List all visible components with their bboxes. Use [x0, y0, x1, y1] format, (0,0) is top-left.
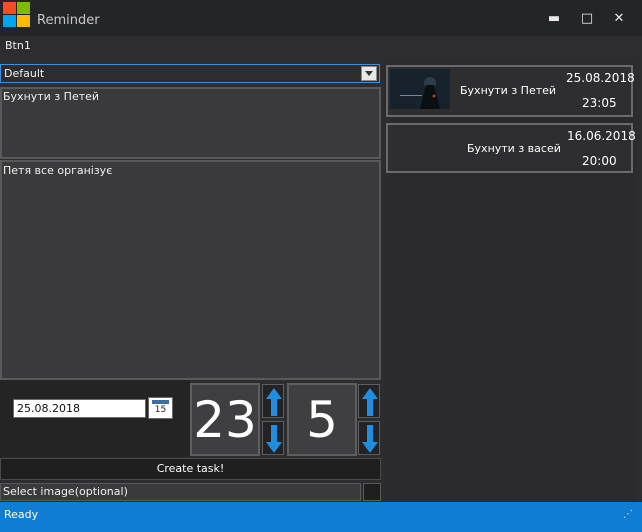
window-title: Reminder [37, 13, 100, 28]
task-time: 20:00 [582, 154, 617, 168]
hours-down-button[interactable] [262, 421, 284, 455]
chevron-down-icon[interactable] [361, 66, 377, 81]
create-task-button[interactable]: Create task! [0, 458, 381, 480]
date-input[interactable]: 25.08.2018 [13, 399, 146, 418]
task-thumbnail [390, 69, 450, 109]
calendar-icon[interactable]: 15 [148, 397, 173, 419]
task-title: Бухнути з Петей [460, 84, 557, 97]
calendar-day-number: 15 [154, 405, 167, 415]
task-date: 25.08.2018 [566, 71, 635, 85]
app-window: Reminder ▬ □ ✕ Btn1 Default Бухнути з Пе… [0, 0, 642, 532]
app-icon [0, 0, 30, 30]
close-button[interactable]: ✕ [607, 9, 631, 29]
arrow-up-icon [266, 388, 282, 416]
image-select-field[interactable]: Select image(optional) [0, 483, 361, 501]
minutes-down-button[interactable] [358, 421, 380, 455]
hours-up-button[interactable] [262, 384, 284, 418]
task-time: 23:05 [582, 96, 617, 110]
task-title: Бухнути з васей [467, 142, 561, 155]
menu-button-btn1[interactable]: Btn1 [5, 39, 31, 52]
minutes-up-button[interactable] [358, 384, 380, 418]
maximize-button[interactable]: □ [575, 9, 599, 29]
category-dropdown[interactable] [0, 64, 380, 83]
image-browse-button[interactable] [363, 483, 381, 501]
task-image [390, 69, 450, 109]
category-selected-value: Default [4, 67, 45, 80]
arrow-down-icon [266, 425, 282, 453]
task-description-input[interactable] [0, 160, 381, 380]
task-title-value: Бухнути з Петей [3, 90, 100, 103]
status-bar [0, 502, 642, 532]
arrow-down-icon [362, 425, 378, 453]
task-date: 16.06.2018 [567, 129, 636, 143]
arrow-up-icon [362, 388, 378, 416]
minimize-button[interactable]: ▬ [542, 9, 566, 29]
task-description-value: Петя все організує [3, 164, 113, 177]
status-text: Ready [4, 508, 39, 521]
resize-grip-icon[interactable]: ⋰ [623, 509, 633, 520]
hours-display: 23 [190, 383, 260, 456]
minutes-display: 5 [287, 383, 357, 456]
